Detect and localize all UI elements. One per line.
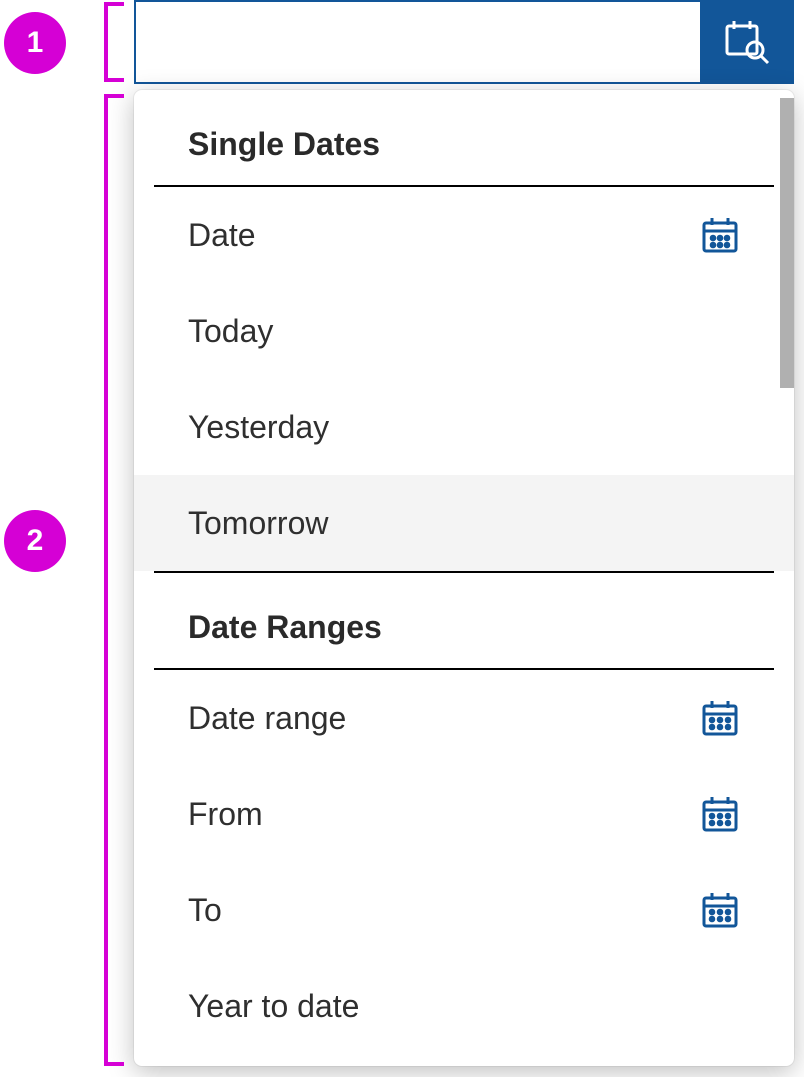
calendar-search-icon — [722, 17, 770, 68]
option-from[interactable]: From — [134, 766, 794, 862]
option-label: To — [188, 892, 222, 929]
option-date-range[interactable]: Date range — [134, 670, 794, 766]
option-year-to-date[interactable]: Year to date — [134, 958, 794, 1054]
date-input-row — [134, 0, 794, 84]
option-label: From — [188, 796, 263, 833]
option-label: Today — [188, 313, 273, 350]
date-picker-component: Single Dates Date Today — [134, 0, 794, 1066]
option-label: Year to date — [188, 988, 359, 1025]
date-options-dropdown: Single Dates Date Today — [134, 90, 794, 1066]
option-label: Date — [188, 217, 256, 254]
date-input[interactable] — [136, 2, 700, 82]
annotation-badge-2: 2 — [4, 510, 66, 572]
open-calendar-button[interactable] — [700, 2, 792, 82]
annotation-badge-1: 1 — [4, 12, 66, 74]
scrollbar-thumb[interactable] — [780, 98, 794, 388]
option-today[interactable]: Today — [134, 283, 794, 379]
option-to[interactable]: To — [134, 862, 794, 958]
section-header-date-ranges: Date Ranges — [134, 573, 794, 668]
calendar-range-icon — [700, 698, 740, 738]
option-date[interactable]: Date — [134, 187, 794, 283]
annotation-bracket-1 — [104, 2, 108, 82]
option-yesterday[interactable]: Yesterday — [134, 379, 794, 475]
section-header-single-dates: Single Dates — [134, 90, 794, 185]
option-tomorrow[interactable]: Tomorrow — [134, 475, 794, 571]
calendar-icon — [700, 215, 740, 255]
option-label: Tomorrow — [188, 505, 328, 542]
calendar-range-icon — [700, 890, 740, 930]
option-label: Date range — [188, 700, 346, 737]
annotation-bracket-2 — [104, 94, 108, 1066]
calendar-range-icon — [700, 794, 740, 834]
option-label: Yesterday — [188, 409, 329, 446]
